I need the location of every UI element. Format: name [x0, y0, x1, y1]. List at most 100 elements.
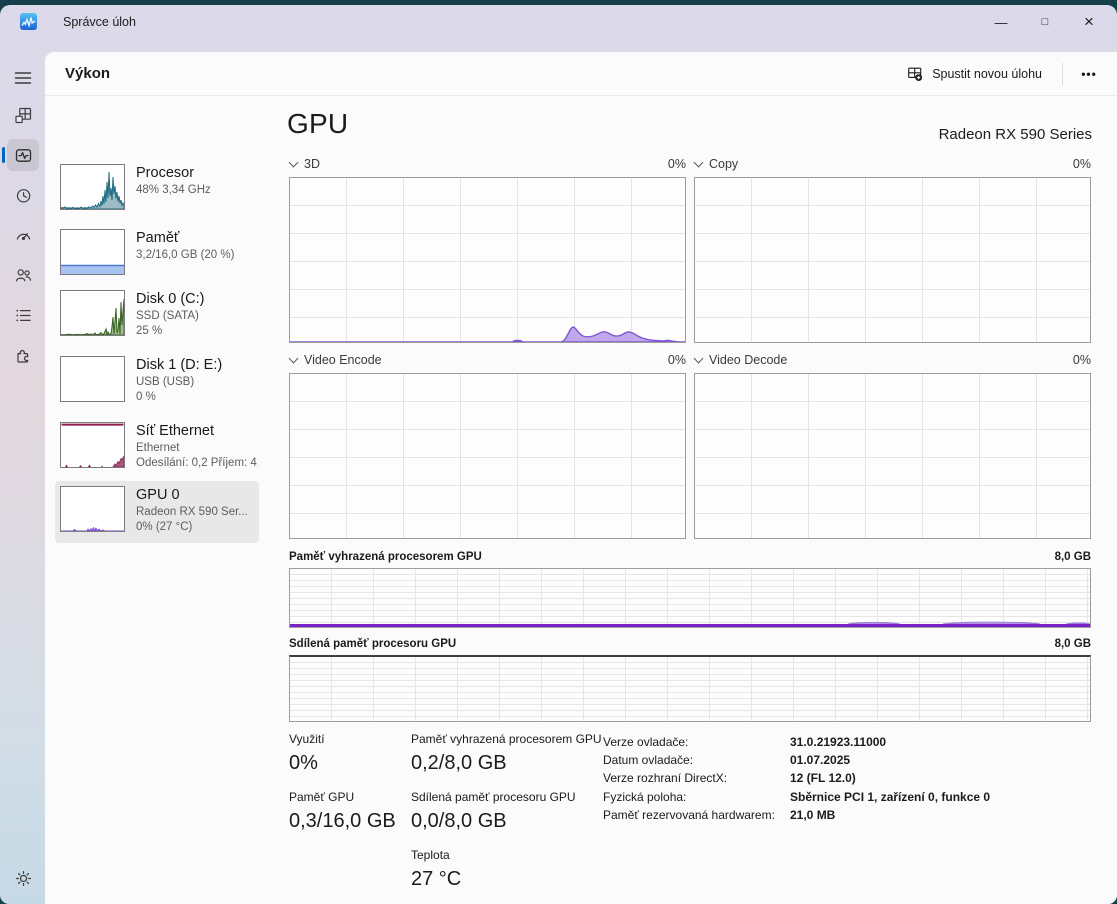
stat-label: Paměť vyhrazená procesorem GPU — [411, 732, 602, 746]
details-icon — [15, 309, 31, 321]
perf-item-title: Disk 0 (C:) — [136, 291, 205, 307]
memory-mini-chart — [60, 229, 125, 275]
chart-value: 0% — [667, 353, 686, 367]
hamburger-icon — [14, 72, 32, 84]
memory-chart-scale: 8,0 GB — [1054, 551, 1091, 563]
sidebar-item-services[interactable] — [7, 339, 39, 371]
perf-item-gpu[interactable]: GPU 0 Radeon RX 590 Ser... 0% (27 °C) — [55, 481, 259, 543]
perf-item-detail: Ethernet — [136, 442, 180, 454]
sidebar-item-processes[interactable] — [7, 99, 39, 131]
gpu-heading: GPU — [287, 108, 349, 139]
detail-value: 01.07.2025 — [790, 753, 851, 768]
minimize-icon: — — [994, 14, 1008, 30]
perf-item-memory[interactable]: Paměť 3,2/16,0 GB (20 %) — [55, 224, 259, 286]
detail-label: Fyzická poloha: — [603, 789, 687, 804]
sidebar-item-performance[interactable] — [2, 139, 39, 171]
detail-label: Datum ovladače: — [603, 753, 694, 768]
chart-label: Video Encode — [304, 353, 382, 367]
perf-item-title: Disk 1 (D: E:) — [136, 357, 223, 373]
detail-row: Paměť rezervovaná hardwarem: 21,0 MB — [603, 806, 990, 824]
history-icon — [16, 188, 30, 203]
performance-icon — [15, 148, 31, 162]
services-icon — [16, 349, 28, 363]
chevron-down-icon[interactable] — [693, 353, 704, 364]
stat-value: 0,0/8,0 GB — [411, 810, 507, 832]
chart-video-decode — [694, 373, 1091, 539]
chart-copy — [694, 177, 1091, 343]
menu-button[interactable] — [7, 62, 39, 94]
detail-row: Verze rozhraní DirectX: 12 (FL 12.0) — [603, 769, 990, 787]
toolbar-divider — [1062, 62, 1063, 85]
chevron-down-icon[interactable] — [288, 157, 299, 168]
startup-icon — [16, 232, 30, 240]
content-card: Výkon Spustit novou úlohu ••• Procesor 4… — [45, 52, 1117, 904]
detail-value: 31.0.21923.11000 — [790, 735, 887, 749]
cpu-mini-chart — [60, 164, 125, 210]
close-button[interactable]: × — [1067, 5, 1111, 39]
chart-value: 0% — [1072, 157, 1091, 171]
sidebar-item-details[interactable] — [7, 299, 39, 331]
perf-item-network[interactable]: Síť Ethernet Ethernet Odesílání: 0,2 Pří… — [55, 417, 259, 479]
minimize-button[interactable]: — — [979, 5, 1023, 39]
perf-item-detail: SSD (SATA) — [136, 310, 199, 322]
memory-chart-label: Paměť vyhrazená procesorem GPU — [289, 551, 482, 563]
chart-header-video-decode: Video Decode 0% — [693, 351, 1091, 369]
perf-item-title: GPU 0 — [136, 487, 180, 503]
chart-value: 0% — [1072, 353, 1091, 367]
selected-indicator — [2, 147, 5, 163]
stat-value: 0,2/8,0 GB — [411, 752, 507, 774]
driver-details: Verze ovladače: 31.0.21923.11000 Datum o… — [603, 733, 990, 824]
perf-item-cpu[interactable]: Procesor 48% 3,34 GHz — [55, 159, 259, 221]
sidebar-item-startup-apps[interactable] — [7, 219, 39, 251]
disk1-mini-chart — [60, 356, 125, 402]
detail-row: Fyzická poloha: Sběrnice PCI 1, zařízení… — [603, 788, 990, 806]
titlebar: Správce úloh — □ × — [0, 5, 1117, 52]
maximize-button[interactable]: □ — [1023, 5, 1067, 39]
gpu-device-name: Radeon RX 590 Series — [938, 126, 1092, 143]
app-icon — [20, 13, 37, 30]
sidebar-item-app-history[interactable] — [7, 179, 39, 211]
detail-label: Verze rozhraní DirectX: — [603, 771, 728, 786]
processes-icon — [14, 107, 31, 123]
window-title: Správce úloh — [63, 15, 136, 29]
chart-label: Video Decode — [709, 353, 788, 367]
toolbar: Výkon Spustit novou úlohu ••• — [45, 52, 1117, 96]
close-icon: × — [1084, 12, 1094, 31]
stat-label: Využití — [289, 732, 325, 746]
run-new-task-button[interactable]: Spustit novou úlohu — [897, 60, 1052, 88]
users-icon — [15, 268, 31, 281]
detail-row: Verze ovladače: 31.0.21923.11000 — [603, 733, 990, 751]
chart-header-3d: 3D 0% — [288, 155, 686, 173]
perf-item-title: Síť Ethernet — [136, 423, 214, 439]
network-mini-chart — [60, 422, 125, 468]
more-options-button[interactable]: ••• — [1073, 61, 1105, 87]
stat-value: 0% — [289, 752, 318, 774]
dedicated-memory-series — [847, 621, 1090, 625]
chart-header-video-encode: Video Encode 0% — [288, 351, 686, 369]
stat-value: 0,3/16,0 GB — [289, 810, 396, 832]
stats-column-1: Využití 0% Paměť GPU 0,3/16,0 GB — [289, 732, 396, 848]
nav-rail — [0, 52, 45, 904]
detail-label: Paměť rezervovaná hardwarem: — [603, 807, 775, 822]
perf-item-disk1[interactable]: Disk 1 (D: E:) USB (USB) 0 % — [55, 351, 259, 413]
chart-value: 0% — [667, 157, 686, 171]
chart-video-encode — [289, 373, 686, 539]
stat-label: Paměť GPU — [289, 790, 355, 804]
stat-value: 27 °C — [411, 868, 462, 890]
chart-label: 3D — [304, 157, 320, 171]
settings-button[interactable] — [7, 862, 39, 894]
stat-label: Sdílená paměť procesoru GPU — [411, 790, 576, 804]
task-manager-window: Správce úloh — □ × Výkon Spustit novou ú… — [0, 5, 1117, 904]
ellipsis-icon: ••• — [1081, 66, 1097, 81]
perf-item-detail: 0% (27 °C) — [136, 521, 193, 533]
chart-3d — [289, 177, 686, 343]
maximize-icon: □ — [1041, 16, 1049, 28]
chevron-down-icon[interactable] — [288, 353, 299, 364]
perf-item-disk0[interactable]: Disk 0 (C:) SSD (SATA) 25 % — [55, 285, 259, 347]
chevron-down-icon[interactable] — [693, 157, 704, 168]
detail-value: 12 (FL 12.0) — [790, 771, 856, 786]
perf-item-detail: Radeon RX 590 Ser... — [136, 506, 248, 518]
sidebar-item-users[interactable] — [7, 259, 39, 291]
perf-item-detail: Odesílání: 0,2 Příjem: 4, — [136, 457, 258, 469]
dedicated-memory-baseline — [290, 624, 1090, 627]
